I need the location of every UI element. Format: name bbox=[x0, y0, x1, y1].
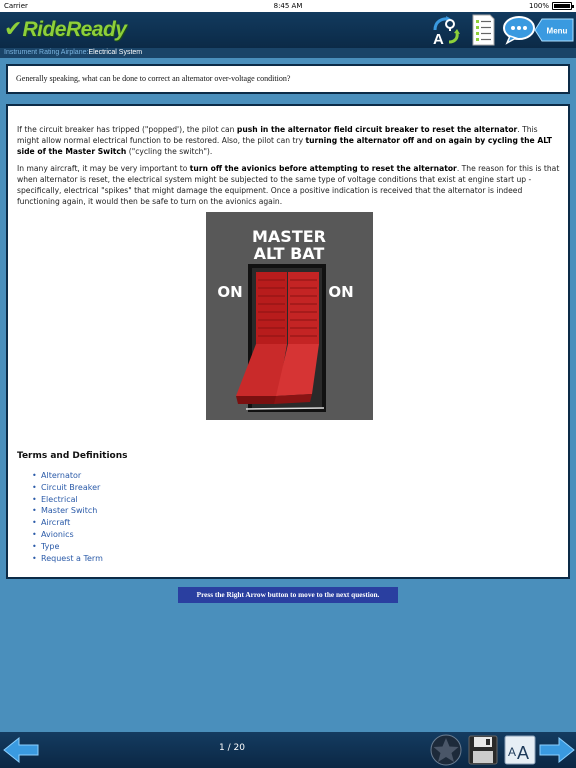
arrow-left-icon bbox=[3, 737, 39, 763]
answer-emphasis: turn off the avionics before attempting … bbox=[189, 164, 457, 173]
answer-text: ("cycling the switch"). bbox=[126, 147, 213, 156]
page-counter: 1 / 20 bbox=[219, 743, 245, 753]
checklist-button[interactable] bbox=[466, 14, 500, 46]
answer-paragraph-2: In many aircraft, it may be very importa… bbox=[17, 163, 560, 207]
term-link[interactable]: Avionics bbox=[32, 529, 103, 541]
terms-list: Alternator Circuit Breaker Electrical Ma… bbox=[32, 470, 103, 564]
save-button[interactable] bbox=[465, 734, 501, 766]
request-term-link[interactable]: Request a Term bbox=[32, 553, 103, 565]
menu-button[interactable]: Menu bbox=[534, 18, 574, 42]
question-text: Generally speaking, what can be done to … bbox=[16, 74, 291, 83]
app-header: ✔ RideReady A Menu bbox=[0, 12, 576, 48]
checklist-icon bbox=[472, 14, 495, 46]
app-logo: ✔ RideReady bbox=[4, 16, 127, 44]
star-icon bbox=[430, 734, 462, 766]
term-link[interactable]: Master Switch bbox=[32, 505, 103, 517]
font-size-icon: A A bbox=[504, 735, 536, 765]
clock: 8:45 AM bbox=[273, 2, 303, 10]
svg-text:A: A bbox=[433, 31, 444, 46]
battery-percent: 100% bbox=[528, 2, 549, 10]
chat-icon bbox=[503, 16, 535, 45]
breadcrumb-current: Electrical System bbox=[88, 49, 143, 56]
next-button[interactable] bbox=[538, 734, 576, 766]
previous-button[interactable] bbox=[2, 734, 40, 766]
term-link[interactable]: Circuit Breaker bbox=[32, 482, 103, 494]
menu-arrow-shape: Menu bbox=[534, 18, 574, 42]
breadcrumb: Instrument Rating Airplane:Electrical Sy… bbox=[0, 48, 576, 58]
term-link[interactable]: Electrical bbox=[32, 494, 103, 506]
master-switch-image: MASTER ALT BAT ON ON bbox=[206, 212, 373, 420]
battery-icon bbox=[552, 2, 574, 10]
glossary-icon: A bbox=[433, 16, 460, 46]
question-panel: Generally speaking, what can be done to … bbox=[6, 64, 570, 94]
glossary-button[interactable]: A bbox=[428, 14, 462, 46]
font-size-button[interactable]: A A bbox=[502, 734, 538, 766]
master-switch-illustration: MASTER ALT BAT ON ON bbox=[206, 212, 373, 420]
save-icon bbox=[468, 735, 498, 765]
chat-button[interactable] bbox=[502, 14, 536, 46]
favorite-button[interactable] bbox=[428, 734, 464, 766]
answer-paragraph-1: If the circuit breaker has tripped ("pop… bbox=[17, 124, 560, 157]
switch-on-left: ON bbox=[217, 283, 242, 301]
svg-text:A: A bbox=[508, 745, 516, 759]
terms-heading: Terms and Definitions bbox=[17, 451, 128, 461]
arrow-right-icon bbox=[539, 737, 575, 763]
term-link[interactable]: Type bbox=[32, 541, 103, 553]
svg-text:A: A bbox=[517, 743, 529, 763]
answer-emphasis: push in the alternator field circuit bre… bbox=[236, 125, 518, 134]
next-question-hint: Press the Right Arrow button to move to … bbox=[178, 587, 398, 603]
term-link[interactable]: Aircraft bbox=[32, 517, 103, 529]
menu-label: Menu bbox=[547, 27, 568, 36]
status-bar: Carrier 8:45 AM 100% bbox=[0, 0, 576, 12]
switch-label-alt-bat: ALT BAT bbox=[254, 244, 325, 263]
breadcrumb-parent-link[interactable]: Instrument Rating Airplane bbox=[4, 49, 87, 56]
check-icon: ✔ bbox=[4, 17, 23, 42]
switch-on-right: ON bbox=[328, 283, 353, 301]
answer-text: In many aircraft, it may be very importa… bbox=[17, 164, 190, 173]
battery-indicator: 100% bbox=[528, 2, 574, 10]
answer-text: If the circuit breaker has tripped ("pop… bbox=[17, 125, 237, 134]
carrier-label: Carrier bbox=[4, 2, 28, 10]
term-link[interactable]: Alternator bbox=[32, 470, 103, 482]
answer-panel: If the circuit breaker has tripped ("pop… bbox=[6, 104, 570, 579]
logo-text: RideReady bbox=[22, 18, 127, 41]
